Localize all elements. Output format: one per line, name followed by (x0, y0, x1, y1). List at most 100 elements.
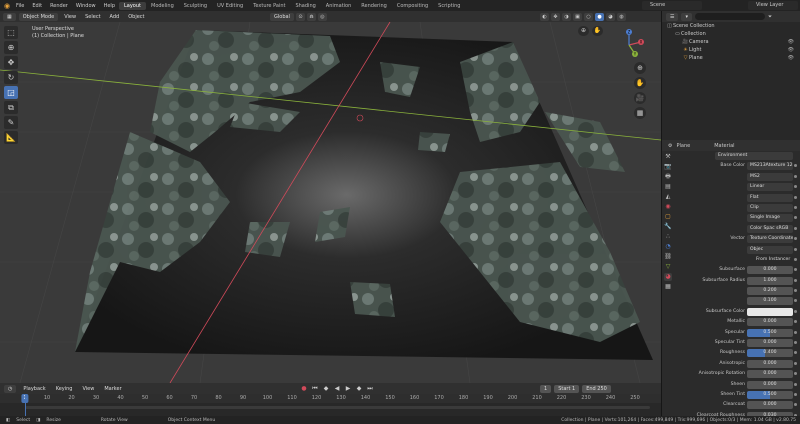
tab-animation[interactable]: Animation (321, 2, 357, 10)
property-field[interactable]: Clip (747, 203, 793, 212)
tab-compositing[interactable]: Compositing (392, 2, 433, 10)
play-reverse-icon[interactable]: ◀ (333, 385, 341, 393)
data-tab-icon[interactable]: ▽ (664, 263, 672, 271)
property-field[interactable]: 0.100 (747, 297, 793, 306)
outliner-row-collection[interactable]: ▭Collection (662, 30, 800, 38)
jump-start-icon[interactable]: ⏮ (311, 385, 319, 393)
menu-marker[interactable]: Marker (101, 386, 124, 392)
keyframe-dot-icon[interactable] (794, 205, 797, 209)
blender-logo-icon[interactable]: ◉ (2, 1, 12, 11)
properties-editor-type-icon[interactable]: ⚙ (668, 143, 672, 149)
menu-help[interactable]: Help (100, 3, 119, 9)
filter-icon[interactable]: ⏷ (768, 14, 772, 20)
keyframe-dot-icon[interactable] (794, 382, 797, 386)
keyframe-dot-icon[interactable] (794, 268, 797, 272)
timeline-editor-type-button[interactable]: ◷ (4, 384, 17, 393)
keyframe-dot-icon[interactable] (794, 403, 797, 407)
navigation-gizmo[interactable]: X Y Z (612, 28, 646, 62)
tab-uv-editing[interactable]: UV Editing (212, 2, 248, 10)
jump-end-icon[interactable]: ⏭ (366, 385, 374, 393)
menu-render[interactable]: Render (46, 3, 72, 9)
editor-type-button[interactable]: ▦ (3, 12, 16, 21)
physics-tab-icon[interactable]: ◔ (664, 243, 672, 251)
rotate-tool-icon[interactable]: ↻ (4, 71, 18, 84)
tab-sculpting[interactable]: Sculpting (179, 2, 212, 10)
playhead[interactable] (25, 394, 26, 416)
property-field[interactable]: Single Image (747, 214, 793, 223)
hand-icon[interactable]: ✋ (634, 77, 646, 89)
property-field[interactable]: Texture Coordinate | (747, 235, 793, 244)
menu-timeline-view[interactable]: View (79, 386, 97, 392)
record-icon[interactable]: ● (300, 385, 308, 393)
property-field[interactable]: Flat (747, 193, 793, 202)
scale-tool-icon[interactable]: ◲ (4, 86, 18, 99)
keyframe-dot-icon[interactable] (794, 257, 797, 261)
property-field[interactable]: 0.500 (747, 390, 793, 399)
property-field[interactable]: Color Spac sRGB (747, 224, 793, 233)
pan-icon[interactable]: ✋ (592, 26, 603, 36)
keyframe-dot-icon[interactable] (794, 309, 797, 313)
start-frame-field[interactable]: Start 1 (554, 384, 580, 393)
particles-tab-icon[interactable]: ∴ (664, 233, 672, 241)
keyframe-dot-icon[interactable] (794, 289, 797, 293)
property-field[interactable]: 0.000 (747, 318, 793, 327)
world-tab-icon[interactable]: ◉ (664, 203, 672, 211)
tab-layout[interactable]: Layout (119, 1, 146, 10)
keyframe-dot-icon[interactable] (794, 164, 797, 168)
outliner-row-light[interactable]: ☀Light 👁 (662, 46, 800, 54)
display-mode-button[interactable]: ▾ (681, 12, 692, 21)
keyframe-dot-icon[interactable] (794, 278, 797, 282)
tab-shading[interactable]: Shading (290, 2, 320, 10)
grid-view-icon[interactable]: ▦ (634, 107, 646, 119)
material-shading-icon[interactable]: ◕ (606, 12, 615, 21)
object-tab-icon[interactable]: ▢ (664, 213, 672, 221)
keyframe-dot-icon[interactable] (794, 195, 797, 199)
outliner-editor-type-button[interactable]: ☰ (666, 12, 679, 21)
keyframe-dot-icon[interactable] (794, 372, 797, 376)
select-box-tool-icon[interactable]: ⬚ (4, 26, 18, 39)
property-field[interactable]: 0.000 (747, 266, 793, 275)
property-field[interactable]: MS2 (747, 172, 793, 181)
tab-texture-paint[interactable]: Texture Paint (248, 2, 290, 10)
menu-keying[interactable]: Keying (53, 386, 76, 392)
modifier-tab-icon[interactable]: 🔧 (664, 223, 672, 231)
visibility-eye-icon[interactable]: 👁 (788, 38, 794, 46)
3d-viewport[interactable]: User Perspective (1) Collection | Plane … (0, 22, 661, 383)
visibility-eye-icon[interactable]: 👁 (788, 46, 794, 54)
property-field[interactable]: 0.000 (747, 370, 793, 379)
property-field[interactable]: 0.000 (747, 401, 793, 410)
visibility-icon[interactable]: ◐ (540, 12, 549, 21)
outliner-row-camera[interactable]: 🎥Camera 👁 (662, 38, 800, 46)
tool-tab-icon[interactable]: ⚒ (664, 153, 672, 161)
prev-keyframe-icon[interactable]: ◆ (322, 385, 330, 393)
pivot-icon[interactable]: ⊙ (295, 12, 305, 21)
end-frame-field[interactable]: End 250 (582, 384, 611, 393)
transform-tool-icon[interactable]: ⧉ (4, 101, 18, 114)
menu-select[interactable]: Select (82, 14, 103, 20)
rendered-shading-icon[interactable]: ◍ (617, 12, 626, 21)
tab-modeling[interactable]: Modeling (146, 2, 179, 10)
top-field[interactable]: Environment (715, 152, 793, 160)
menu-file[interactable]: File (12, 3, 28, 9)
next-keyframe-icon[interactable]: ◆ (355, 385, 363, 393)
outliner-row-plane[interactable]: ▽ Plane 👁 (662, 54, 800, 62)
tab-scripting[interactable]: Scripting (433, 2, 465, 10)
keyframe-dot-icon[interactable] (794, 320, 797, 324)
texture-tab-icon[interactable]: ▦ (664, 283, 672, 291)
property-field[interactable]: Linear (747, 183, 793, 192)
keyframe-dot-icon[interactable] (794, 174, 797, 178)
menu-window[interactable]: Window (72, 3, 100, 9)
timeline-scrollbar[interactable] (25, 406, 650, 409)
keyframe-dot-icon[interactable] (794, 299, 797, 303)
menu-playback[interactable]: Playback (20, 386, 48, 392)
visibility-eye-icon[interactable]: 👁 (788, 54, 794, 62)
xray-icon[interactable]: ▣ (573, 12, 582, 21)
keyframe-dot-icon[interactable] (794, 341, 797, 345)
scene-tab-icon[interactable]: ◭ (664, 193, 672, 201)
snap-icon[interactable]: ⋒ (306, 12, 316, 21)
proportional-icon[interactable]: ◎ (317, 12, 327, 21)
cursor-tool-icon[interactable]: ⊕ (4, 41, 18, 54)
property-field[interactable]: 1.000 (747, 276, 793, 285)
menu-object[interactable]: Object (125, 14, 147, 20)
mode-dropdown[interactable]: Object Mode (18, 12, 59, 21)
